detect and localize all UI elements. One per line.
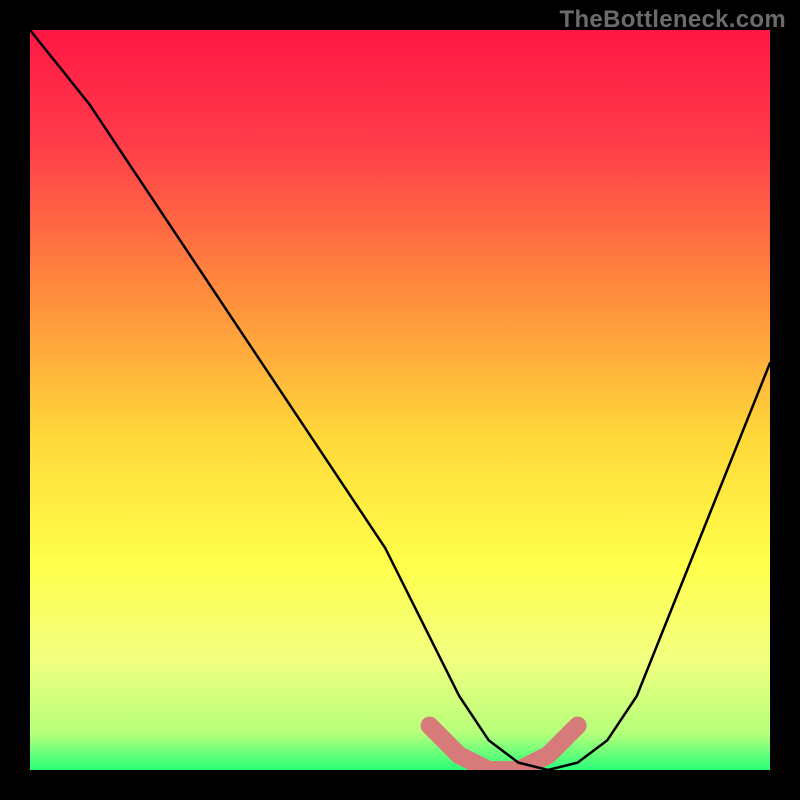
chart-svg — [30, 30, 770, 770]
chart-frame: TheBottleneck.com — [0, 0, 800, 800]
chart-plot-area — [30, 30, 770, 770]
chart-background — [30, 30, 770, 770]
